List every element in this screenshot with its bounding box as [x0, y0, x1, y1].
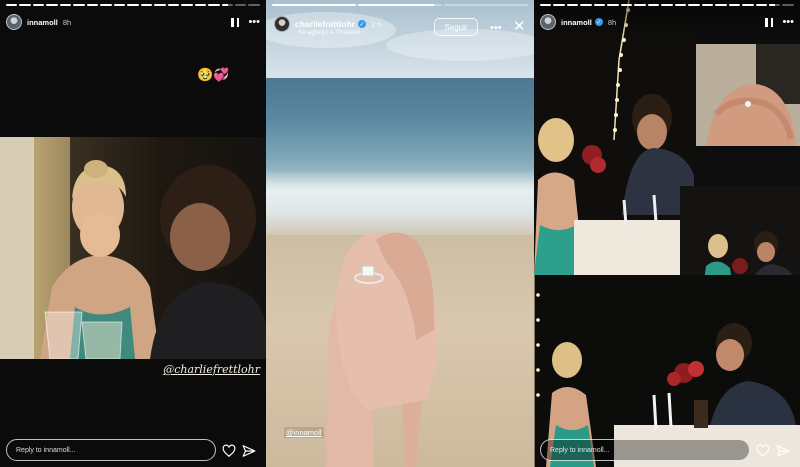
story-header: innamoll 8h ••• [6, 12, 260, 32]
dinner-photo-main [534, 0, 694, 275]
verified-badge-icon: ✓ [358, 20, 366, 28]
progress-segment [634, 4, 646, 6]
more-options-icon[interactable]: ••• [782, 17, 794, 28]
story-photo [0, 137, 266, 359]
progress-segment [688, 4, 700, 6]
hands-with-ring [326, 232, 438, 467]
send-icon[interactable] [242, 444, 256, 458]
progress-segment [580, 4, 592, 6]
progress-segment [140, 4, 153, 6]
progress-segment [728, 4, 741, 6]
more-options-icon[interactable]: ••• [490, 23, 502, 34]
story-progress-bar [272, 4, 528, 6]
username[interactable]: innamoll [27, 18, 58, 27]
progress-segment [701, 4, 714, 6]
progress-segment [194, 4, 207, 6]
progress-segment [553, 4, 565, 6]
story-time: 2 h [371, 19, 382, 29]
story-panel-center: charliefrettlohr ✓ 2 h Se agregó a Thail… [266, 0, 534, 467]
pause-icon[interactable] [765, 17, 774, 27]
progress-segment [73, 4, 85, 6]
progress-segment [154, 4, 166, 6]
mention-tag[interactable]: @innamoll [284, 427, 324, 438]
progress-segment [86, 4, 99, 6]
story-time: 8h [607, 17, 617, 27]
reply-placeholder: Reply to innamoll... [550, 446, 610, 454]
progress-segment [113, 4, 126, 6]
reply-input[interactable]: Reply to innamoll... [6, 439, 216, 461]
location-subtitle[interactable]: Se agregó a Thailand › [298, 29, 364, 36]
progress-segment [272, 4, 356, 6]
avatar[interactable] [274, 16, 290, 32]
story-time: 8h [62, 17, 72, 27]
heart-icon[interactable] [756, 444, 770, 458]
progress-segment [674, 4, 687, 6]
progress-segment [6, 4, 18, 6]
heart-icon[interactable] [222, 444, 236, 458]
progress-segment [181, 4, 193, 6]
progress-segment [221, 4, 233, 6]
close-icon[interactable]: ✕ [513, 19, 526, 34]
progress-segment [208, 4, 220, 6]
progress-segment [661, 4, 673, 6]
story-progress-bar [540, 4, 794, 6]
progress-segment [127, 4, 139, 6]
progress-segment [444, 4, 528, 6]
reply-placeholder: Reply to innamoll... [16, 446, 76, 454]
story-progress-bar [6, 4, 260, 6]
progress-segment [32, 4, 45, 6]
progress-segment [234, 4, 247, 6]
mention-tag[interactable]: @charliefrettlohr [163, 363, 260, 376]
story-header: innamoll ✓ 8h ••• [540, 12, 794, 32]
progress-segment [607, 4, 619, 6]
hands-photo [696, 44, 800, 146]
progress-segment [755, 4, 767, 6]
progress-segment [782, 4, 794, 6]
progress-segment [620, 4, 633, 6]
progress-segment [540, 4, 552, 6]
progress-segment [566, 4, 579, 6]
story-panel-left: innamoll 8h ••• 🥹💞 @charliefrettlohr Rep… [0, 0, 266, 467]
follow-button[interactable]: Seguir [434, 18, 478, 36]
progress-segment [19, 4, 31, 6]
verified-badge-icon: ✓ [594, 18, 603, 26]
avatar[interactable] [540, 14, 556, 30]
progress-segment [593, 4, 606, 6]
pause-icon[interactable] [231, 17, 240, 27]
progress-segment [742, 4, 754, 6]
progress-segment [715, 4, 727, 6]
send-icon[interactable] [776, 444, 790, 458]
progress-segment [647, 4, 660, 6]
more-options-icon[interactable]: ••• [248, 17, 260, 28]
progress-segment [59, 4, 72, 6]
progress-segment [100, 4, 112, 6]
progress-segment [358, 4, 442, 6]
reply-input[interactable]: Reply to innamoll... [540, 439, 750, 461]
progress-segment [248, 4, 260, 6]
username[interactable]: charliefrettlohr [295, 19, 355, 29]
progress-segment [768, 4, 781, 6]
progress-segment [167, 4, 180, 6]
username[interactable]: innamoll [561, 18, 592, 27]
avatar[interactable] [6, 14, 22, 30]
progress-segment [46, 4, 58, 6]
story-panel-right: innamoll ✓ 8h ••• Reply to innamoll... [534, 0, 800, 467]
emoji-sticker: 🥹💞 [197, 67, 230, 82]
